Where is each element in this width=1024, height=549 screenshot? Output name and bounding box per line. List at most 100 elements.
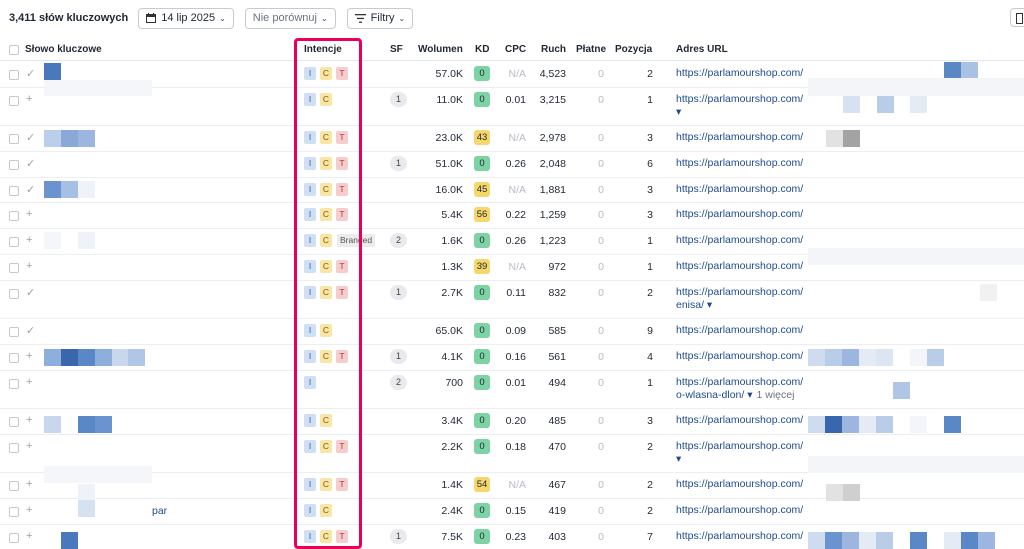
url-continuation[interactable]: ▾ (676, 453, 681, 465)
row-checkbox[interactable] (9, 379, 19, 389)
position-value: 2 (647, 68, 653, 80)
kd-badge: 0 (474, 92, 490, 107)
row-checkbox[interactable] (9, 263, 19, 273)
add-to-list-icon[interactable]: + (26, 234, 32, 246)
url-link[interactable]: https://parlamourshop.com/ (676, 504, 803, 516)
url-link[interactable]: https://parlamourshop.com/ (676, 234, 803, 246)
header-intent[interactable]: Intencje (304, 44, 342, 55)
url-link[interactable]: https://parlamourshop.com/ (676, 260, 803, 272)
columns-toggle-button[interactable] (1010, 8, 1024, 27)
table-row[interactable]: ✓ I C T 1 2.7K 0 0.11 832 0 2 https://parlamourshop… (0, 281, 1024, 319)
table-row[interactable]: + I 2 700 0 0.01 494 0 1 https://parlamourshop.co… (0, 371, 1024, 409)
url-link[interactable]: https://parlamourshop.com/ (676, 414, 803, 426)
keyword-link[interactable]: par (152, 505, 167, 517)
url-link[interactable]: https://parlamourshop.com/ (676, 286, 803, 298)
url-link[interactable]: https://parlamourshop.com/ (676, 67, 803, 79)
header-position[interactable]: Pozycja (615, 44, 652, 55)
intent-badge-i: I (304, 93, 316, 106)
url-link[interactable]: https://parlamourshop.com/ (676, 208, 803, 220)
row-checkbox[interactable] (9, 186, 19, 196)
header-keyword[interactable]: Słowo kluczowe (25, 44, 102, 55)
check-icon[interactable]: ✓ (26, 286, 35, 299)
check-icon[interactable]: ✓ (26, 131, 35, 144)
serp-features-count[interactable]: 1 (390, 349, 407, 364)
serp-features-count[interactable]: 2 (390, 375, 407, 390)
row-checkbox[interactable] (9, 211, 19, 221)
header-url[interactable]: Adres URL (676, 44, 728, 55)
header-kd[interactable]: KD (475, 44, 489, 55)
row-checkbox[interactable] (9, 96, 19, 106)
header-cpc[interactable]: CPC (505, 44, 526, 55)
position-value: 2 (647, 505, 653, 517)
table-row[interactable]: ✓ I C T 23.0K 43 N/A 2,978 0 3 https://parlamoursh… (0, 126, 1024, 152)
row-checkbox[interactable] (9, 443, 19, 453)
check-icon[interactable]: ✓ (26, 183, 35, 196)
url-link[interactable]: https://parlamourshop.com/ (676, 183, 803, 195)
table-row[interactable]: ✓ I C T 16.0K 45 N/A 1,881 0 3 https://parlamoursh… (0, 178, 1024, 203)
more-urls-link[interactable]: 1 więcej (756, 389, 794, 401)
url-link[interactable]: https://parlamourshop.com/ (676, 350, 803, 362)
url-continuation[interactable]: o-wlasna-dlon/ ▾ (676, 389, 752, 401)
add-to-list-icon[interactable]: + (26, 208, 32, 220)
pixelated-redaction (808, 532, 825, 549)
url-link[interactable]: https://parlamourshop.com/ (676, 478, 803, 490)
check-icon[interactable]: ✓ (26, 67, 35, 80)
pixelated-redaction (859, 532, 876, 549)
row-checkbox[interactable] (9, 417, 19, 427)
branded-badge: Branded (337, 234, 376, 247)
header-paid[interactable]: Płatne (576, 44, 606, 55)
serp-features-count[interactable]: 1 (390, 529, 407, 544)
row-checkbox[interactable] (9, 327, 19, 337)
add-to-list-icon[interactable]: + (26, 440, 32, 452)
header-sf[interactable]: SF (390, 44, 403, 55)
row-checkbox[interactable] (9, 70, 19, 80)
volume-value: 1.4K (441, 479, 463, 491)
add-to-list-icon[interactable]: + (26, 530, 32, 542)
add-to-list-icon[interactable]: + (26, 260, 32, 272)
volume-value: 700 (445, 377, 463, 389)
row-checkbox[interactable] (9, 160, 19, 170)
row-checkbox[interactable] (9, 353, 19, 363)
url-link[interactable]: https://parlamourshop.com/ (676, 157, 803, 169)
url-link[interactable]: https://parlamourshop.com/ (676, 440, 803, 452)
row-checkbox[interactable] (9, 134, 19, 144)
compare-button[interactable]: Nie porównuj ⌄ (244, 7, 336, 29)
toolbar: 3,411 słów kluczowych 14 lip 2025 ⌄ Nie … (0, 0, 1024, 36)
url-link[interactable]: https://parlamourshop.com/ (676, 131, 803, 143)
serp-features-count[interactable]: 1 (390, 156, 407, 171)
table-row[interactable]: ✓ I C T 1 51.0K 0 0.26 2,048 0 6 https://parlamours… (0, 152, 1024, 178)
row-checkbox[interactable] (9, 481, 19, 491)
header-volume[interactable]: Wolumen (418, 44, 463, 55)
row-checkbox[interactable] (9, 237, 19, 247)
url-continuation[interactable]: enisa/ ▾ (676, 299, 712, 311)
header-traffic[interactable]: Ruch (541, 44, 566, 55)
check-icon[interactable]: ✓ (26, 157, 35, 170)
add-to-list-icon[interactable]: + (26, 414, 32, 426)
select-all-checkbox[interactable] (9, 45, 19, 55)
traffic-value: 832 (548, 287, 566, 299)
serp-features-count[interactable]: 2 (390, 233, 407, 248)
serp-features-count[interactable]: 1 (390, 92, 407, 107)
table-row[interactable]: + I C T 5.4K 56 0.22 1,259 0 3 https://parlamoursh… (0, 203, 1024, 229)
url-link[interactable]: https://parlamourshop.com/ (676, 376, 803, 388)
date-picker-button[interactable]: 14 lip 2025 ⌄ (138, 7, 234, 29)
check-icon[interactable]: ✓ (26, 324, 35, 337)
filters-button[interactable]: Filtry ⌄ (346, 7, 414, 29)
add-to-list-icon[interactable]: + (26, 350, 32, 362)
url-link[interactable]: https://parlamourshop.com/ (676, 324, 803, 336)
url-link[interactable]: https://parlamourshop.com/ (676, 530, 803, 542)
table-row[interactable]: + I C T 1.4K 54 N/A 467 0 2 https://parlamourshop.… (0, 473, 1024, 499)
row-checkbox[interactable] (9, 507, 19, 517)
row-checkbox[interactable] (9, 533, 19, 543)
table-row[interactable]: + par I C 2.4K 0 0.15 419 0 2 https://parlamoursho… (0, 499, 1024, 525)
add-to-list-icon[interactable]: + (26, 504, 32, 516)
add-to-list-icon[interactable]: + (26, 376, 32, 388)
serp-features-count[interactable]: 1 (390, 285, 407, 300)
add-to-list-icon[interactable]: + (26, 478, 32, 490)
table-row[interactable]: ✓ I C 65.0K 0 0.09 585 0 9 https://parlamourshop.… (0, 319, 1024, 345)
url-continuation[interactable]: ▾ (676, 106, 681, 118)
row-checkbox[interactable] (9, 289, 19, 299)
url-link[interactable]: https://parlamourshop.com/ (676, 93, 803, 105)
add-to-list-icon[interactable]: + (26, 93, 32, 105)
paid-value: 0 (598, 377, 604, 389)
